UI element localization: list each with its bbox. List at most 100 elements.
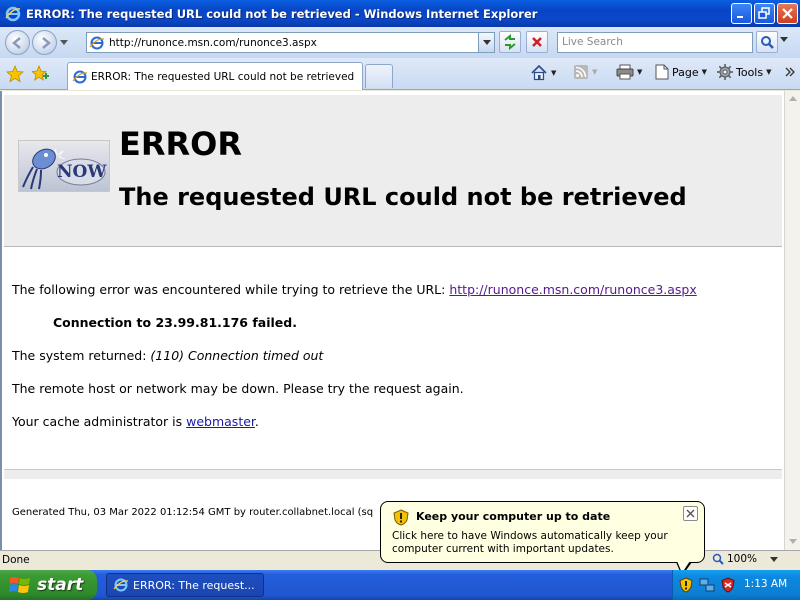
ie-page-icon: [72, 70, 88, 83]
windows-flag-icon: [9, 577, 30, 593]
printer-icon: [616, 64, 634, 80]
ie-page-icon: [89, 36, 105, 49]
security-alert-tray-icon[interactable]: [679, 577, 693, 593]
search-options-chevron-icon[interactable]: [780, 37, 788, 43]
chevron-down-icon: [789, 539, 797, 544]
requested-url-link[interactable]: http://runonce.msn.com/runonce3.aspx: [449, 282, 696, 297]
address-dropdown-button[interactable]: [478, 33, 494, 52]
print-button[interactable]: ▼: [616, 64, 642, 80]
stop-button[interactable]: [526, 31, 548, 53]
webmaster-link[interactable]: webmaster: [186, 414, 255, 429]
address-url: http://runonce.msn.com/runonce3.aspx: [109, 36, 317, 49]
restore-icon: [758, 7, 770, 19]
refresh-icon: [504, 34, 516, 50]
refresh-button[interactable]: [499, 31, 521, 53]
error-subheading: The requested URL could not be retrieved: [119, 183, 687, 211]
system-returned-value: (110) Connection timed out: [150, 348, 324, 363]
system-returned-paragraph: The system returned: (110) Connection ti…: [12, 348, 323, 363]
system-returned-label: The system returned:: [12, 348, 151, 363]
page-menu-button[interactable]: Page ▼: [655, 64, 707, 80]
add-favorite-icon[interactable]: [32, 65, 50, 83]
connection-error-text: Connection to 23.99.81.176 failed.: [53, 315, 297, 330]
chevron-down-icon: ▼: [551, 69, 557, 77]
balloon-body: Click here to have Windows automatically…: [392, 530, 668, 555]
intro-text: The following error was encountered whil…: [12, 282, 450, 297]
taskbar: start ERROR: The request... 1:13 AM: [0, 570, 800, 600]
zoom-control[interactable]: 100%: [712, 553, 757, 565]
forward-arrow-icon: [41, 36, 51, 49]
zoom-chevron-down-icon[interactable]: [770, 557, 778, 563]
taskbar-item-label: ERROR: The request...: [133, 578, 255, 592]
new-tab-button[interactable]: [365, 64, 393, 88]
search-button[interactable]: [756, 31, 778, 53]
tools-menu-label: Tools: [736, 65, 764, 79]
tab-toolbar: ERROR: The requested URL could not be re…: [0, 58, 800, 90]
admin-suffix: .: [254, 414, 259, 429]
chevron-up-icon: [789, 96, 797, 101]
remote-host-text: The remote host or network may be down. …: [12, 381, 464, 396]
chevron-down-icon: [60, 39, 68, 45]
close-icon: [686, 509, 695, 518]
generated-footer: Generated Thu, 03 Mar 2022 01:12:54 GMT …: [12, 507, 374, 518]
minimize-button[interactable]: [731, 3, 752, 24]
update-notification-balloon[interactable]: Keep your computer up to date Click here…: [380, 501, 705, 563]
gear-icon: [717, 64, 733, 80]
restore-button[interactable]: [754, 3, 775, 24]
start-button[interactable]: start: [0, 570, 97, 600]
toolbar-overflow-chevron-icon[interactable]: [784, 66, 796, 78]
home-button[interactable]: ▼: [530, 64, 556, 82]
logo-now-text: NOW: [57, 162, 107, 182]
page-content: NOW ERROR The requested URL could not be…: [0, 91, 784, 550]
favorites-star-icon[interactable]: [6, 65, 24, 83]
page-menu-label: Page: [672, 65, 699, 79]
page-icon: [655, 64, 669, 80]
forward-button[interactable]: [32, 30, 57, 55]
recent-pages-dropdown[interactable]: [59, 39, 69, 46]
footer-divider: [4, 469, 782, 479]
back-button[interactable]: [5, 30, 30, 55]
zoom-magnifier-icon: [712, 553, 724, 565]
tab-label: ERROR: The requested URL could not be re…: [91, 70, 355, 83]
balloon-close-button[interactable]: [683, 506, 698, 521]
tab-active[interactable]: ERROR: The requested URL could not be re…: [67, 62, 363, 90]
admin-paragraph: Your cache administrator is webmaster.: [12, 414, 259, 429]
balloon-title: Keep your computer up to date: [416, 510, 611, 523]
chevron-down-icon: ▼: [766, 68, 772, 76]
scroll-down-button[interactable]: [785, 534, 800, 550]
start-label: start: [37, 575, 84, 595]
search-input[interactable]: Live Search: [557, 32, 753, 53]
address-toolbar: http://runonce.msn.com/runonce3.aspx Liv…: [0, 27, 800, 58]
search-icon: [761, 36, 774, 49]
admin-text: Your cache administrator is: [12, 414, 187, 429]
rss-feed-icon: [574, 65, 588, 79]
chevron-down-icon: [482, 39, 491, 45]
ie-logo-icon: [113, 578, 129, 592]
chevron-down-icon: ▼: [637, 68, 643, 76]
ie-logo-icon: [5, 6, 21, 21]
minimize-icon: [737, 16, 743, 18]
address-field[interactable]: http://runonce.msn.com/runonce3.aspx: [86, 32, 495, 53]
scroll-up-button[interactable]: [785, 91, 800, 107]
error-header: NOW ERROR The requested URL could not be…: [4, 95, 782, 247]
taskbar-item-ie[interactable]: ERROR: The request...: [106, 573, 264, 597]
chevron-down-icon: ▼: [592, 68, 598, 76]
close-icon: [782, 8, 793, 19]
home-icon: [531, 64, 547, 81]
error-heading: ERROR: [119, 125, 242, 163]
intro-paragraph: The following error was encountered whil…: [12, 282, 697, 297]
tools-menu-button[interactable]: Tools ▼: [717, 64, 772, 80]
squid-now-logo: NOW: [18, 140, 110, 192]
zoom-level: 100%: [727, 553, 758, 565]
stop-icon: [532, 37, 542, 47]
title-bar: ERROR: The requested URL could not be re…: [0, 0, 800, 27]
close-button[interactable]: [777, 3, 798, 24]
system-clock[interactable]: 1:13 AM: [744, 578, 787, 590]
vertical-scrollbar[interactable]: [784, 91, 800, 550]
security-shield-icon: [393, 509, 409, 526]
status-text: Done: [2, 554, 30, 566]
back-arrow-icon: [11, 36, 21, 49]
chevron-down-icon: ▼: [701, 68, 708, 76]
network-tray-icon[interactable]: [699, 577, 715, 593]
feeds-button[interactable]: ▼: [573, 64, 597, 80]
windows-security-shield-icon[interactable]: [721, 577, 735, 593]
